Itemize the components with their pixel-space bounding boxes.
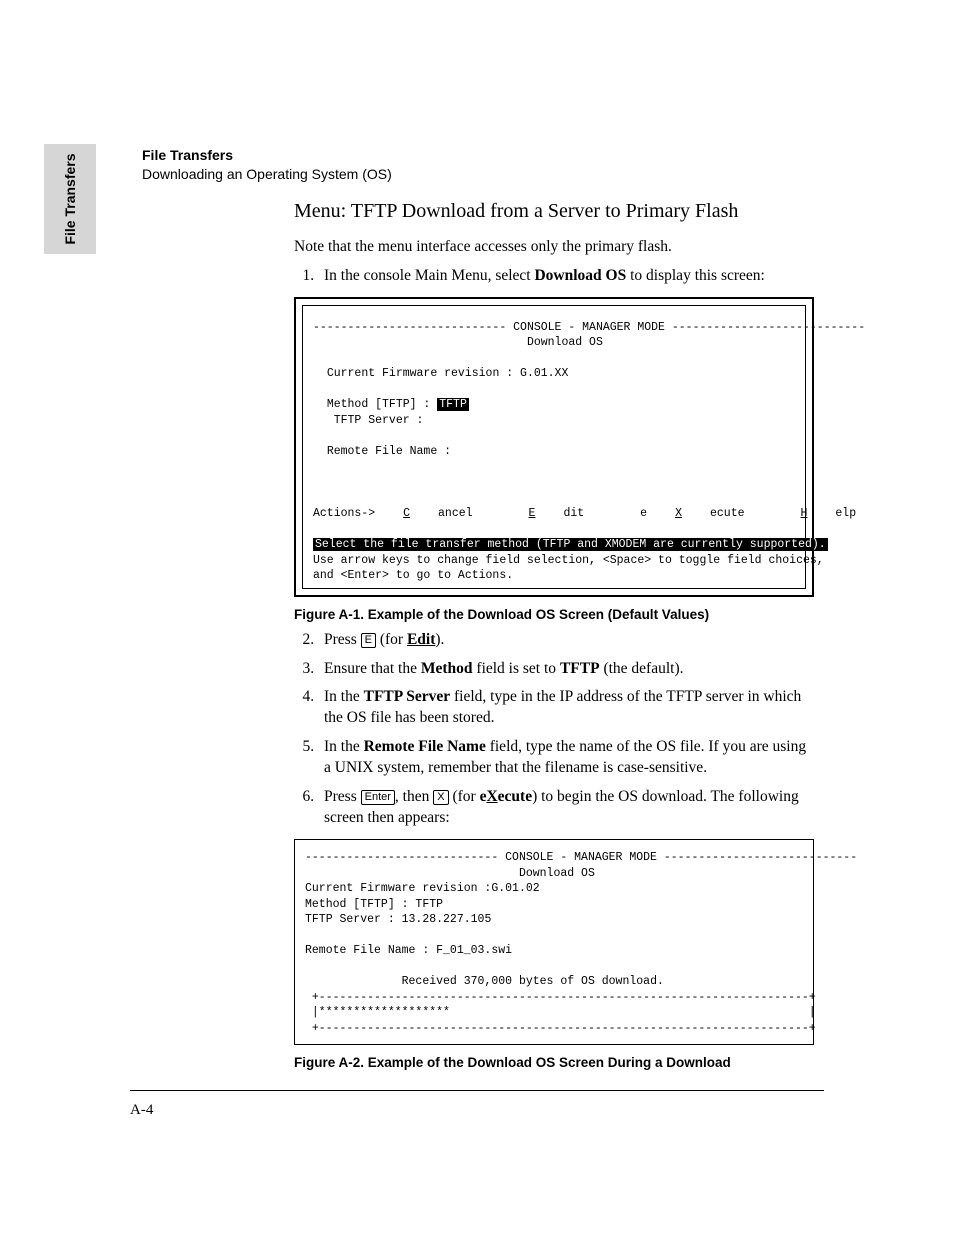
figure-a1-terminal: ---------------------------- CONSOLE - M… <box>294 297 814 597</box>
intro-paragraph: Note that the menu interface accesses on… <box>294 237 814 258</box>
step-list-top: In the console Main Menu, select Downloa… <box>294 266 814 287</box>
keycap-e: E <box>361 633 376 648</box>
running-header: File Transfers Downloading an Operating … <box>142 146 392 184</box>
section-heading: Menu: TFTP Download from a Server to Pri… <box>294 200 814 223</box>
step-1: In the console Main Menu, select Downloa… <box>318 266 814 287</box>
method-field-highlighted: TFTP <box>437 398 469 411</box>
terminal-status-bar: Select the file transfer method (TFTP an… <box>313 538 828 551</box>
footer-rule <box>130 1090 824 1091</box>
step-5: In the Remote File Name field, type the … <box>318 737 814 779</box>
side-tab-label: File Transfers <box>62 153 78 244</box>
runhead-title: File Transfers <box>142 146 392 165</box>
page: File Transfers File Transfers Downloadin… <box>0 0 954 1235</box>
runhead-subtitle: Downloading an Operating System (OS) <box>142 165 392 184</box>
terminal-content-1: ---------------------------- CONSOLE - M… <box>302 305 806 589</box>
step-2: Press E (for Edit). <box>318 630 814 651</box>
figure-a2-terminal: ---------------------------- CONSOLE - M… <box>294 839 814 1045</box>
step-4: In the TFTP Server field, type in the IP… <box>318 687 814 729</box>
keycap-enter: Enter <box>361 790 395 805</box>
page-number: A-4 <box>130 1102 153 1119</box>
keycap-x: X <box>433 790 448 805</box>
terminal-content-2: ---------------------------- CONSOLE - M… <box>295 840 813 1044</box>
side-tab: File Transfers <box>44 144 96 254</box>
figure-a2-caption: Figure A-2. Example of the Download OS S… <box>294 1055 814 1070</box>
step-list-rest: Press E (for Edit). Ensure that the Meth… <box>294 630 814 829</box>
step-6: Press Enter, then X (for eXecute) to beg… <box>318 787 814 829</box>
figure-a1-caption: Figure A-1. Example of the Download OS S… <box>294 607 814 622</box>
content-area: Menu: TFTP Download from a Server to Pri… <box>294 200 814 1078</box>
step-3: Ensure that the Method field is set to T… <box>318 659 814 680</box>
